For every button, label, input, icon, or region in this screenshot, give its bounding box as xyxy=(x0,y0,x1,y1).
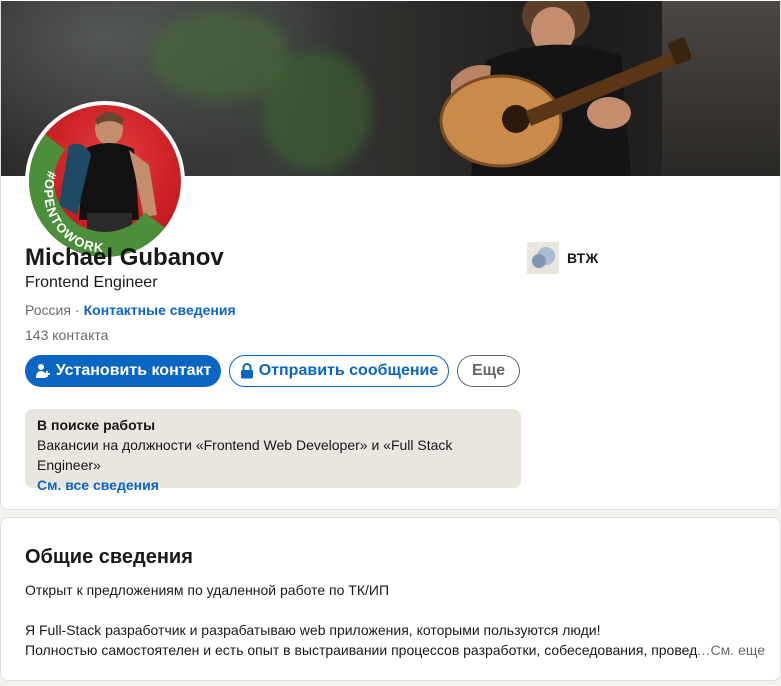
about-text: Открыт к предложениям по удаленной работ… xyxy=(25,580,765,660)
profile-headline: Frontend Engineer xyxy=(25,274,158,291)
contact-info-link[interactable]: Контактные сведения xyxy=(84,302,236,318)
connect-button[interactable]: Установить контакт xyxy=(25,355,221,387)
profile-name: Michael Gubanov xyxy=(25,244,224,271)
person-add-icon xyxy=(35,363,51,379)
connect-button-label: Установить контакт xyxy=(55,362,212,379)
banner-plant-leaf xyxy=(261,51,371,171)
separator: · xyxy=(74,302,80,318)
avatar-photo: #OPENTOWORK xyxy=(29,105,181,257)
message-button[interactable]: Отправить сообщение xyxy=(229,355,449,387)
about-line-truncated: Полностью самостоятелен и есть опыт в вы… xyxy=(25,642,697,658)
profile-avatar[interactable]: #OPENTOWORK xyxy=(25,101,185,261)
open-to-work-title: В поиске работы xyxy=(37,417,156,433)
location-row: Россия · Контактные сведения xyxy=(25,301,236,319)
company-logo-icon xyxy=(527,242,559,274)
current-company[interactable]: ВТЖ xyxy=(527,242,598,274)
see-more-button[interactable]: …См. еще xyxy=(697,640,765,660)
open-to-work-panel[interactable]: В поиске работы Вакансии на должности «F… xyxy=(25,409,521,493)
open-to-work-frame: #OPENTOWORK xyxy=(29,128,172,257)
message-button-label: Отправить сообщение xyxy=(258,362,439,379)
lock-icon xyxy=(240,363,254,379)
about-section: Общие сведения Открыт к предложениям по … xyxy=(0,517,781,681)
company-name: ВТЖ xyxy=(567,250,599,266)
open-to-work-description: Вакансии на должности «Frontend Web Deve… xyxy=(37,437,453,473)
see-all-details-link[interactable]: См. все сведения xyxy=(37,477,159,493)
connections-count[interactable]: 143 контакта xyxy=(25,326,108,344)
banner-guitarist-illustration xyxy=(439,1,691,176)
profile-card: #OPENTOWORK Michael Gubanov Frontend Eng… xyxy=(0,0,781,510)
profile-location: Россия xyxy=(25,302,71,318)
more-actions-button[interactable]: Еще xyxy=(457,355,520,387)
about-line: Я Full-Stack разработчик и разрабатываю … xyxy=(25,622,601,638)
about-title: Общие сведения xyxy=(25,546,193,568)
about-line: Открыт к предложениям по удаленной работ… xyxy=(25,582,389,598)
